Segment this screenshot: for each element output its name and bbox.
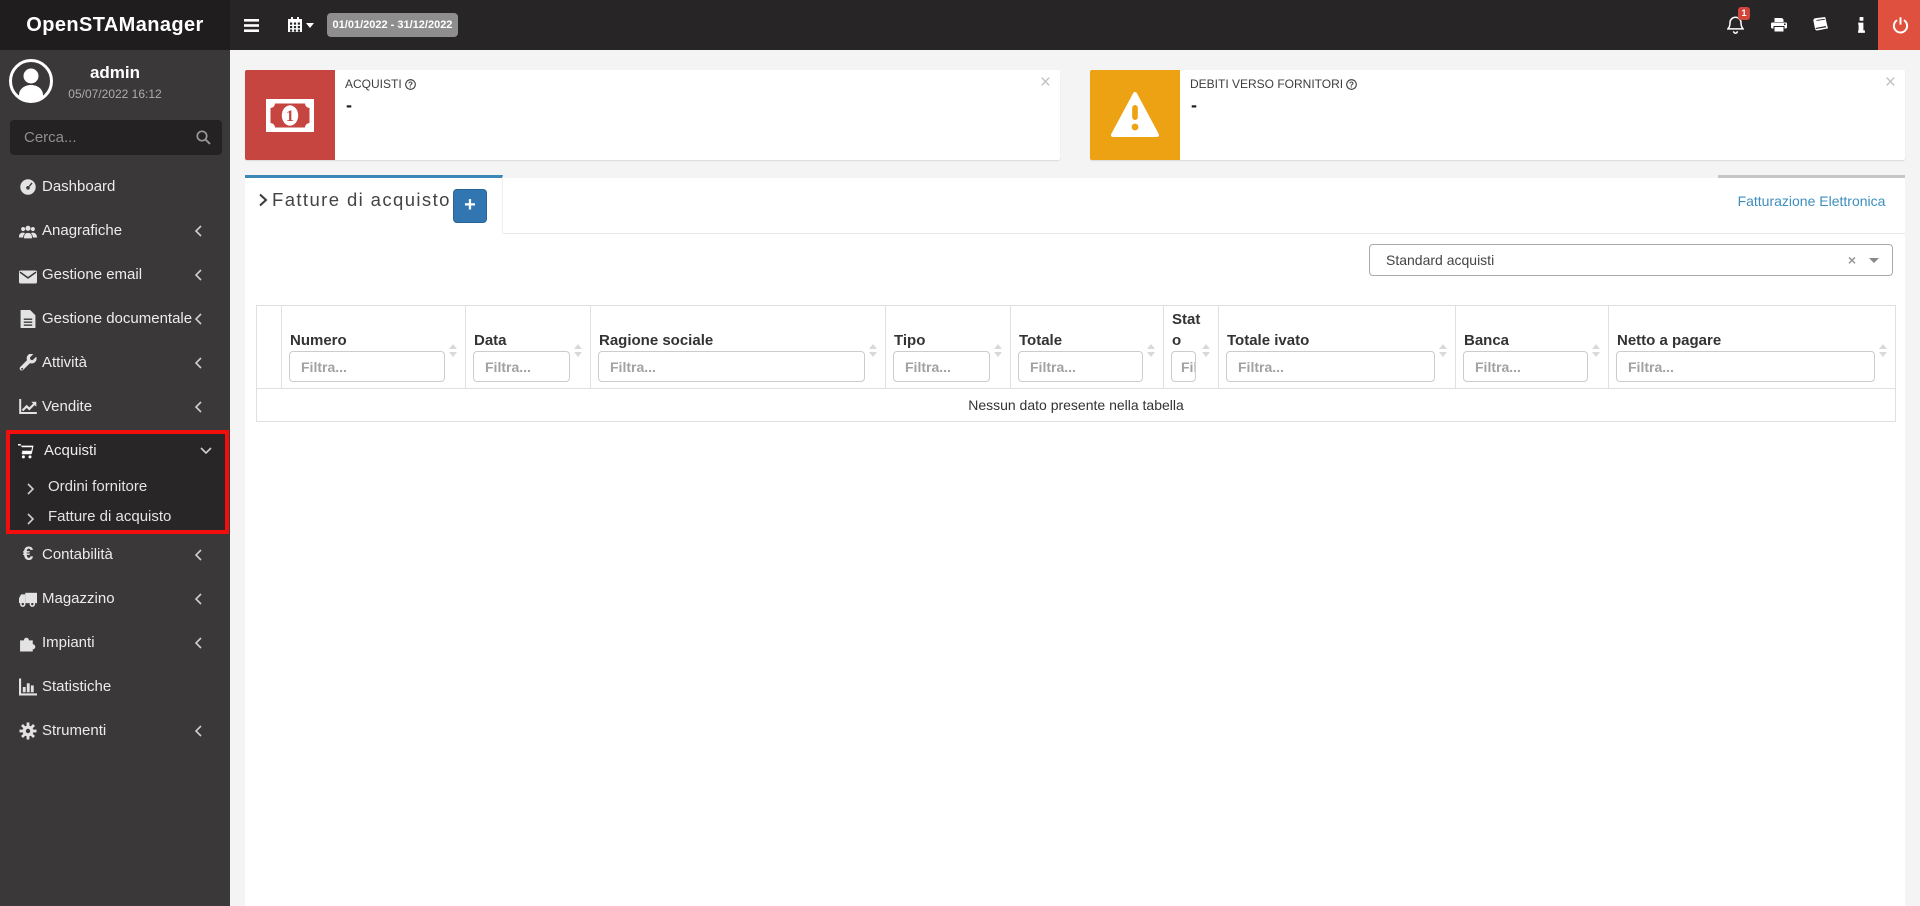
svg-text:?: ? — [408, 80, 413, 89]
svg-text:1: 1 — [286, 108, 294, 125]
svg-text:?: ? — [1350, 80, 1355, 89]
